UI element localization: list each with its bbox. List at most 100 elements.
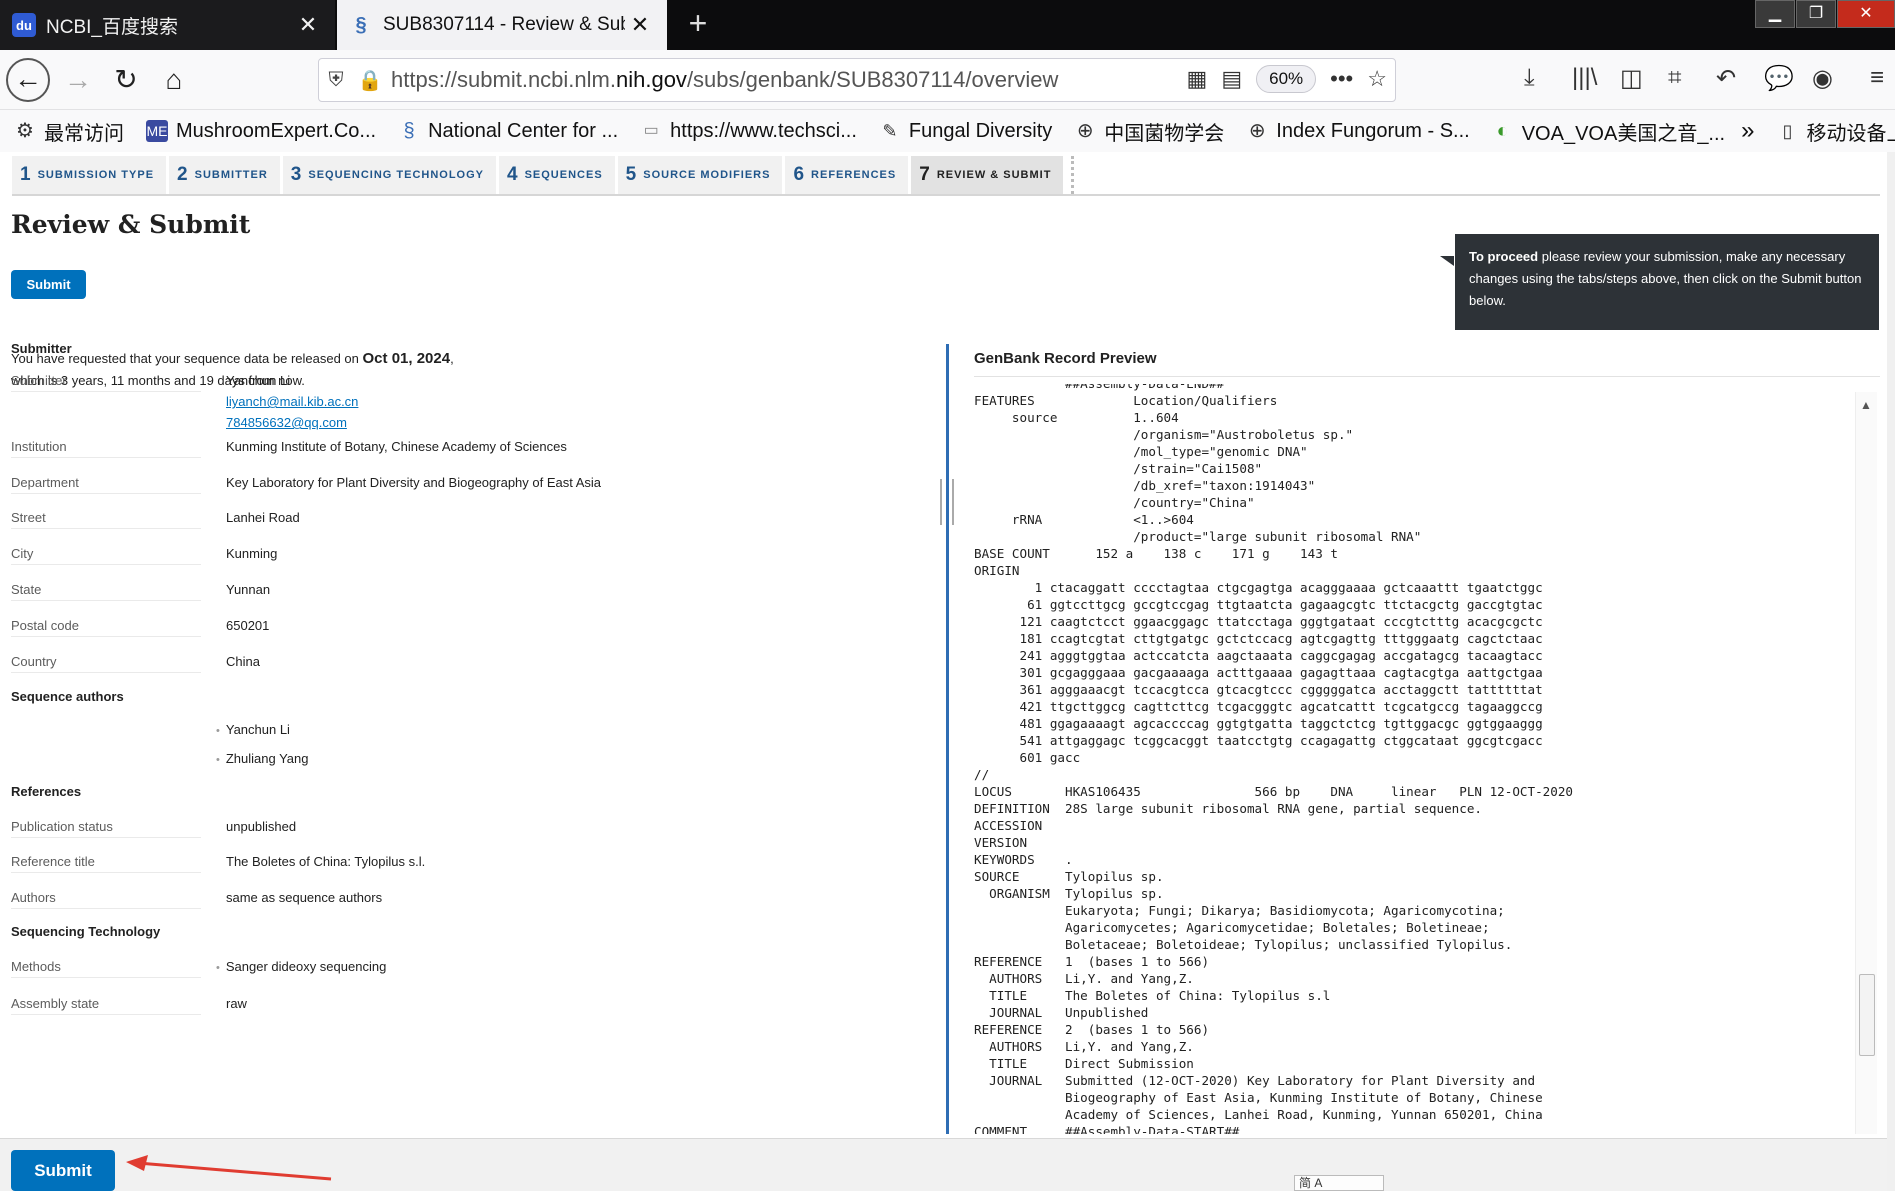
shield-icon[interactable]: ⛨ bbox=[319, 69, 353, 92]
account-icon[interactable]: ◉ bbox=[1812, 64, 1833, 93]
scrollbar-thumb[interactable] bbox=[1859, 974, 1875, 1056]
minimize-button[interactable]: ▁ bbox=[1755, 0, 1795, 28]
step-references[interactable]: 6 References bbox=[785, 156, 912, 194]
panel-divider bbox=[946, 344, 949, 1134]
sidebar-icon[interactable]: ◫ bbox=[1620, 64, 1643, 93]
more-bookmarks-icon[interactable]: » bbox=[1741, 117, 1754, 145]
step-source-modifiers[interactable]: 5 Source modifiers bbox=[617, 156, 786, 194]
author-list-item: Yanchun Li bbox=[226, 719, 290, 742]
download-icon[interactable]: ⤓ bbox=[1524, 64, 1535, 92]
genbank-line: 241 agggtggtaa actccatcta aagctaaata cag… bbox=[974, 648, 1543, 663]
step-sequencing-technology[interactable]: 3 Sequencing technology bbox=[282, 156, 499, 194]
bookmark-fungal-diversity[interactable]: ✎ Fungal Diversity bbox=[879, 120, 1052, 143]
ime-status-text: 简 A bbox=[1299, 1176, 1323, 1190]
menu-icon[interactable]: ≡ bbox=[1870, 64, 1884, 92]
book-icon: ✎ bbox=[882, 121, 898, 141]
globe-icon: ⊕ bbox=[1076, 120, 1094, 142]
genbank-line: JOURNAL Submitted (12-OCT-2020) Key Labo… bbox=[974, 1073, 1536, 1088]
release-date: Oct 01, 2024 bbox=[362, 350, 451, 367]
genbank-line: 301 gcgagggaaa gacgaaaaga actttgaaaa gag… bbox=[974, 665, 1543, 680]
genbank-line: Eukaryota; Fungi; Dikarya; Basidiomycota… bbox=[974, 903, 1505, 918]
institution-value: Kunming Institute of Botany, Chinese Aca… bbox=[226, 439, 567, 454]
bookmark-mushroomexpert[interactable]: ME MushroomExpert.Co... bbox=[146, 120, 376, 143]
genbank-line: AUTHORS Li,Y. and Yang,Z. bbox=[974, 1039, 1194, 1054]
restore-button[interactable]: ❐ bbox=[1796, 0, 1836, 28]
field-label: Submitter bbox=[11, 373, 201, 392]
bookmark-most-visited[interactable]: ⚙ 最常访问 bbox=[14, 117, 124, 146]
library-icon[interactable]: |||\ bbox=[1572, 64, 1597, 92]
genbank-record-text: ##Assembly-Data-END##FEATURES Location/Q… bbox=[974, 384, 1854, 1134]
step-navigation: 1 Submission type 2 Submitter 3 Sequencing … bbox=[12, 156, 1075, 194]
new-tab-button[interactable]: + bbox=[680, 6, 716, 42]
globe-icon: ⊕ bbox=[1248, 120, 1266, 142]
scroll-up-arrow-icon[interactable]: ▲ bbox=[1860, 398, 1872, 412]
genbank-record-preview[interactable]: ##Assembly-Data-END##FEATURES Location/Q… bbox=[974, 384, 1854, 1134]
gear-icon: ⚙ bbox=[16, 120, 34, 142]
reader-view-icon[interactable]: ▤ bbox=[1221, 66, 1242, 92]
close-icon[interactable]: ✕ bbox=[293, 12, 323, 38]
resize-handle[interactable] bbox=[940, 479, 954, 525]
genbank-line: 601 gacc bbox=[974, 750, 1081, 765]
submit-button-top[interactable]: Submit bbox=[11, 270, 86, 299]
bookmark-ncbi[interactable]: § National Center for ... bbox=[398, 120, 619, 143]
field-label: City bbox=[11, 546, 201, 565]
close-icon[interactable]: ✕ bbox=[625, 12, 655, 38]
address-bar[interactable]: ⛨ 🔒 https://submit.ncbi.nlm.nih.gov/subs… bbox=[318, 58, 1396, 102]
genbank-line: 481 ggagaaaagt agcaccccag ggtgtgatta tag… bbox=[974, 716, 1543, 731]
bookmark-star-icon[interactable]: ☆ bbox=[1367, 66, 1387, 92]
field-label: Postal code bbox=[11, 618, 201, 637]
page-scrollbar[interactable] bbox=[1887, 152, 1895, 1191]
reload-button[interactable]: ↻ bbox=[106, 60, 146, 100]
step-review-submit[interactable]: 7 Review & submit bbox=[911, 156, 1067, 194]
divider bbox=[12, 194, 1880, 196]
home-button[interactable]: ⌂ bbox=[154, 60, 194, 100]
bookmark-techscience[interactable]: ▭ https://www.techsci... bbox=[640, 120, 857, 143]
email-link[interactable]: 784856632@qq.com bbox=[226, 415, 347, 430]
forward-button[interactable]: → bbox=[58, 60, 98, 100]
qr-code-icon[interactable]: ▦ bbox=[1187, 66, 1208, 92]
browser-tab-2[interactable]: § SUB8307114 - Review & Sub ✕ bbox=[337, 0, 667, 50]
preview-scrollbar[interactable]: ▲ bbox=[1855, 392, 1877, 1134]
url-text[interactable]: https://submit.ncbi.nlm.nih.gov/subs/gen… bbox=[391, 67, 1058, 93]
genbank-line: 121 caagtctcct ggaacggagc ttatcctaga ggg… bbox=[974, 614, 1543, 629]
genbank-line: /db_xref="taxon:1914043" bbox=[974, 478, 1316, 493]
page-icon: ▭ bbox=[643, 122, 659, 139]
step-submission-type[interactable]: 1 Submission type bbox=[12, 156, 170, 194]
genbank-line: /strain="Cai1508" bbox=[974, 461, 1263, 476]
chat-icon[interactable]: 💬 bbox=[1764, 64, 1794, 93]
undo-icon[interactable]: ↶ bbox=[1716, 64, 1736, 93]
submit-button-bottom[interactable]: Submit bbox=[11, 1150, 115, 1191]
genbank-line: 541 attgaggagc tcggcacggt taatcctgtg cca… bbox=[974, 733, 1543, 748]
bookmark-index-fungorum[interactable]: ⊕ Index Fungorum - S... bbox=[1246, 120, 1470, 143]
genbank-line: KEYWORDS . bbox=[974, 852, 1073, 867]
lock-icon[interactable]: 🔒 bbox=[353, 68, 387, 93]
ime-toolbar[interactable]: 简 A bbox=[1294, 1175, 1384, 1191]
field-label: Department bbox=[11, 475, 201, 494]
submitter-details: Yanchun Li liyanch@mail.kib.ac.cn 784856… bbox=[226, 370, 358, 433]
email-link[interactable]: liyanch@mail.kib.ac.cn bbox=[226, 394, 358, 409]
browser-tab-1[interactable]: du NCBI_百度搜索 ✕ bbox=[0, 0, 335, 50]
steps-end-marker bbox=[1066, 156, 1075, 194]
genbank-line: TITLE Direct Submission bbox=[974, 1056, 1194, 1071]
genbank-line: REFERENCE 2 (bases 1 to 566) bbox=[974, 1022, 1210, 1037]
ncbi-helix-icon: § bbox=[403, 120, 415, 142]
step-submitter[interactable]: 2 Submitter bbox=[169, 156, 283, 194]
page-actions-icon[interactable]: ••• bbox=[1330, 66, 1353, 92]
genbank-line: VERSION bbox=[974, 835, 1028, 850]
genbank-line: 361 agggaaacgt tccacgtcca gtcacgtccc cgg… bbox=[974, 682, 1543, 697]
bookmark-voa[interactable]: ◐ VOA_VOA美国之音_... bbox=[1492, 117, 1725, 146]
genbank-line: /organism="Austroboletus sp." bbox=[974, 427, 1354, 442]
field-label: Authors bbox=[11, 890, 201, 909]
baidu-paw-icon: du bbox=[12, 13, 36, 37]
zoom-level-badge[interactable]: 60% bbox=[1256, 65, 1317, 93]
step-sequences[interactable]: 4 Sequences bbox=[499, 156, 618, 194]
genbank-line: TITLE The Boletes of China: Tylopilus s.… bbox=[974, 988, 1331, 1003]
window-close-button[interactable]: ✕ bbox=[1837, 0, 1895, 28]
crop-icon[interactable]: ⌗ bbox=[1668, 64, 1682, 92]
field-label: Street bbox=[11, 510, 201, 529]
bookmark-mycological-society[interactable]: ⊕ 中国菌物学会 bbox=[1074, 117, 1224, 146]
genbank-line: /country="China" bbox=[974, 495, 1255, 510]
bookmark-mobile[interactable]: ▯移动设备上的书签 bbox=[1776, 117, 1895, 146]
navigation-toolbar: ← → ↻ ⌂ ⛨ 🔒 https://submit.ncbi.nlm.nih.… bbox=[0, 50, 1895, 110]
back-button[interactable]: ← bbox=[6, 58, 50, 102]
